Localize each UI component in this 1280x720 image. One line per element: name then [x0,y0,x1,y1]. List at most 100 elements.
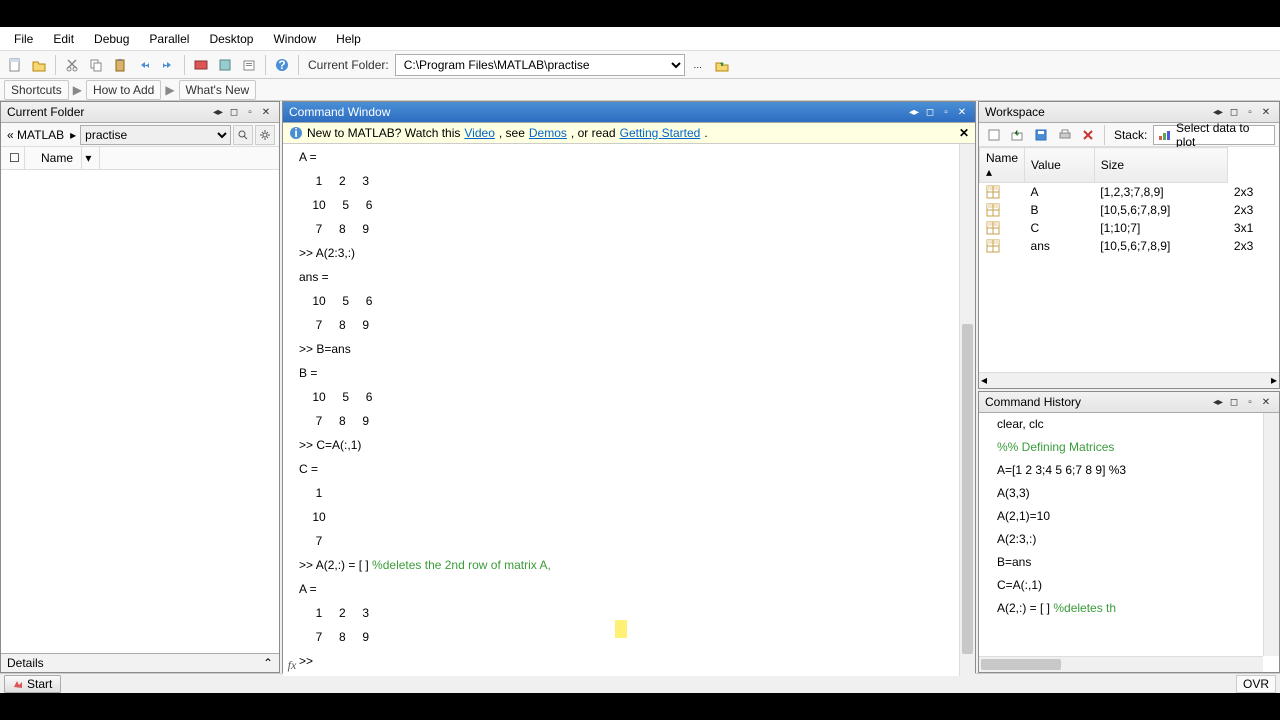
video-link[interactable]: Video [464,126,494,140]
paste-icon[interactable] [109,54,131,76]
workspace-row[interactable]: ans[10,5,6;7,8,9]2x3 [980,237,1280,255]
plot-icon [1158,129,1172,141]
import-icon[interactable] [1007,124,1029,146]
panel-minimize-icon[interactable]: ◂▸ [907,105,921,119]
status-bar: Start OVR [0,673,1280,693]
menu-parallel[interactable]: Parallel [139,28,199,50]
shortcuts-bar: Shortcuts ▶ How to Add ▶ What's New [0,79,1280,101]
banner-close-icon[interactable]: ✕ [959,126,969,140]
panel-undock-icon[interactable]: ◻ [1227,395,1241,409]
search-icon[interactable] [233,125,253,145]
panel-undock-icon[interactable]: ◻ [227,105,241,119]
redo-icon[interactable] [157,54,179,76]
breadcrumb-prefix: « MATLAB [5,128,66,142]
current-folder-label: Current Folder: [304,58,393,72]
panel-close-icon[interactable]: ✕ [1259,395,1273,409]
info-icon: i [289,126,303,140]
getting-started-link[interactable]: Getting Started [620,126,701,140]
breadcrumb-folder[interactable]: practise [80,125,231,145]
vertical-scrollbar[interactable] [1263,413,1279,656]
delete-icon[interactable] [1077,124,1099,146]
profiler-icon[interactable] [238,54,260,76]
undo-icon[interactable] [133,54,155,76]
panel-maximize-icon[interactable]: ▫ [1243,395,1257,409]
history-line[interactable]: A(2,1)=10 [979,505,1279,528]
command-window-title: Command Window ◂▸ ◻ ▫ ✕ [283,102,975,123]
menu-window[interactable]: Window [263,28,326,50]
menu-edit[interactable]: Edit [43,28,84,50]
panel-undock-icon[interactable]: ◻ [1227,105,1241,119]
command-history-title: Command History ◂▸ ◻ ▫ ✕ [979,392,1279,413]
svg-text:i: i [294,126,297,140]
ovr-indicator: OVR [1236,675,1276,693]
panel-minimize-icon[interactable]: ◂▸ [1211,105,1225,119]
horizontal-scrollbar[interactable]: ◂▸ [979,372,1279,388]
demos-link[interactable]: Demos [529,126,567,140]
file-list [1,170,279,653]
fx-icon[interactable]: fx [283,654,301,676]
panel-close-icon[interactable]: ✕ [259,105,273,119]
name-column-header[interactable]: Name ▾ [25,147,100,169]
help-icon[interactable]: ? [271,54,293,76]
start-button[interactable]: Start [4,675,61,693]
details-section[interactable]: Details ⌃ [1,653,279,672]
panel-minimize-icon[interactable]: ◂▸ [1211,395,1225,409]
how-to-add-link[interactable]: How to Add [86,80,161,100]
save-icon[interactable] [1030,124,1052,146]
plot-selector[interactable]: Select data to plot [1153,125,1275,145]
matlab-logo-icon [13,679,23,689]
new-var-icon[interactable] [983,124,1005,146]
command-window-body[interactable]: A = 1 2 3 10 5 6 7 8 9 >> A(2:3,:) ans =… [283,144,975,676]
history-line[interactable]: clear, clc [979,413,1279,436]
workspace-row[interactable]: B[10,5,6;7,8,9]2x3 [980,201,1280,219]
gear-icon[interactable] [255,125,275,145]
guide-icon[interactable] [214,54,236,76]
history-line[interactable]: A(2:3,:) [979,528,1279,551]
current-folder-select[interactable]: C:\Program Files\MATLAB\practise [395,54,685,76]
cut-icon[interactable] [61,54,83,76]
menu-help[interactable]: Help [326,28,371,50]
history-line[interactable]: A(3,3) [979,482,1279,505]
name-column[interactable]: Name ▴ [980,148,1025,183]
menu-debug[interactable]: Debug [84,28,139,50]
horizontal-scrollbar[interactable] [979,656,1263,672]
new-file-icon[interactable] [4,54,26,76]
command-history-body[interactable]: clear, clc%% Defining MatricesA=[1 2 3;4… [979,413,1279,672]
panel-maximize-icon[interactable]: ▫ [243,105,257,119]
open-folder-icon[interactable] [28,54,50,76]
whats-new-link[interactable]: What's New [179,80,257,100]
menu-file[interactable]: File [4,28,43,50]
up-folder-icon[interactable] [711,54,733,76]
menu-desktop[interactable]: Desktop [199,28,263,50]
workspace-table: Name ▴ Value Size A[1,2,3;7,8,9]2x3B[10,… [979,147,1279,372]
copy-icon[interactable] [85,54,107,76]
panel-close-icon[interactable]: ✕ [1259,105,1273,119]
history-line[interactable]: A(2,:) = [ ] %deletes th [979,597,1279,620]
panel-minimize-icon[interactable]: ◂▸ [211,105,225,119]
vertical-scrollbar[interactable] [959,144,975,676]
size-column[interactable]: Size [1094,148,1228,183]
history-line[interactable]: %% Defining Matrices [979,436,1279,459]
panel-maximize-icon[interactable]: ▫ [1243,105,1257,119]
workspace-row[interactable]: C[1;10;7]3x1 [980,219,1280,237]
value-column[interactable]: Value [1025,148,1095,183]
history-line[interactable]: A=[1 2 3;4 5 6;7 8 9] %3 [979,459,1279,482]
history-line[interactable]: B=ans [979,551,1279,574]
workspace-toolbar: Stack: Select data to plot [979,123,1279,147]
history-line[interactable]: C=A(:,1) [979,574,1279,597]
current-folder-address: « MATLAB ▸ practise [1,123,279,147]
select-all-checkbox[interactable]: ☐ [1,147,25,169]
print-icon[interactable] [1054,124,1076,146]
svg-text:?: ? [278,58,285,72]
panel-undock-icon[interactable]: ◻ [923,105,937,119]
text-cursor [615,620,627,638]
toolbar: ? Current Folder: C:\Program Files\MATLA… [0,51,1280,79]
new-to-matlab-banner: i New to MATLAB? Watch this Video , see … [283,123,975,144]
browse-folder-icon[interactable]: … [687,54,709,76]
workspace-row[interactable]: A[1,2,3;7,8,9]2x3 [980,183,1280,202]
current-folder-title: Current Folder ◂▸ ◻ ▫ ✕ [1,102,279,123]
simulink-icon[interactable] [190,54,212,76]
shortcuts-label[interactable]: Shortcuts [4,80,69,100]
panel-close-icon[interactable]: ✕ [955,105,969,119]
panel-maximize-icon[interactable]: ▫ [939,105,953,119]
